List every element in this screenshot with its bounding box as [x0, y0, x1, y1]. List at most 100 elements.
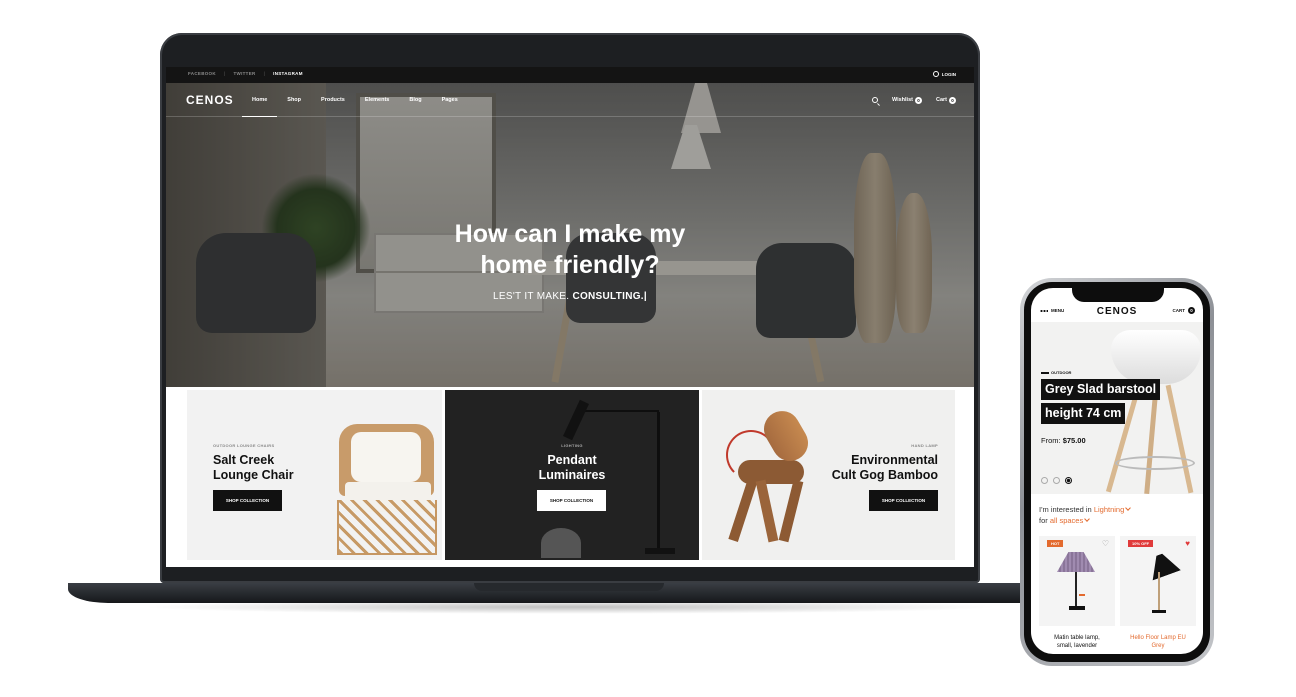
collection-title: Salt Creek Lounge Chair	[213, 453, 294, 483]
collection-title: Pendant Luminaires	[445, 453, 699, 483]
product-card[interactable]: 10% OFF ♥	[1120, 536, 1196, 626]
armchair-cushion	[351, 432, 421, 482]
collection-tag: OUTDOOR LOUNGE CHAIRS	[213, 443, 275, 448]
main-navbar: CENOS Home Shop Products Elements Blog P…	[166, 83, 974, 117]
collection-card-hand-lamp[interactable]: HAND LAMP Environmental Cult Gog Bamboo …	[702, 390, 955, 560]
social-links: FACEBOOK | TWITTER | INSTAGRAM	[188, 71, 303, 76]
lamp-stem	[1158, 572, 1160, 610]
hero-title-line: home friendly?	[480, 251, 660, 279]
product-name-line: Hello Floor Lamp EU	[1130, 635, 1186, 641]
login-link[interactable]: LOGIN	[932, 71, 956, 77]
hero-title: How can I make my home friendly?	[166, 219, 974, 281]
collection-tag: LIGHTING	[561, 443, 583, 448]
wishlist-link[interactable]: Wishlist 0	[892, 96, 922, 104]
divider: |	[223, 71, 226, 76]
shop-collection-button[interactable]: SHOP COLLECTION	[869, 490, 938, 511]
social-link-facebook[interactable]: FACEBOOK	[188, 71, 216, 76]
collection-title-line: Luminaires	[538, 468, 606, 482]
cart-count-badge: 0	[949, 96, 956, 104]
hero-subtitle-prefix: LES'T IT MAKE.	[493, 291, 570, 302]
phone-cart-button[interactable]: CART 0	[1173, 307, 1195, 314]
laptop-notch	[474, 583, 664, 591]
nav-item-elements[interactable]: Elements	[355, 83, 399, 117]
mockup-stage: How can I make my home friendly? LES'T I…	[0, 0, 1296, 697]
heart-icon[interactable]: ♡	[1102, 540, 1109, 548]
social-link-instagram[interactable]: INSTAGRAM	[273, 71, 303, 76]
site-logo[interactable]: CENOS	[186, 93, 234, 107]
lamp-head	[563, 399, 589, 441]
product-name-line: Grey	[1151, 643, 1165, 649]
collection-title: Environmental Cult Gog Bamboo	[832, 453, 938, 483]
phone-hero-title-line: height 74 cm	[1041, 403, 1126, 424]
product-name[interactable]: Matin table lamp, small, lavender	[1039, 634, 1115, 650]
nav-item-products[interactable]: Products	[311, 83, 355, 117]
stool-leg	[1165, 384, 1194, 494]
filter-prefix: I'm interested in	[1039, 505, 1092, 514]
nav-item-home[interactable]: Home	[242, 83, 278, 117]
phone-hero-title: Grey Slad barstool height 74 cm	[1041, 379, 1161, 427]
armchair-base	[337, 500, 437, 555]
category-dropdown[interactable]: Lightning	[1093, 505, 1132, 514]
hero-subtitle: LES'T IT MAKE. CONSULTING.|	[166, 291, 974, 302]
lamp-base	[1152, 610, 1166, 613]
collection-title-line: Cult Gog Bamboo	[831, 468, 938, 482]
price-value: $75.00	[1062, 436, 1086, 445]
hero-subtitle-highlight: CONSULTING.|	[572, 291, 647, 302]
social-link-twitter[interactable]: TWITTER	[233, 71, 255, 76]
nav-actions: Wishlist 0 Cart 0	[871, 83, 956, 117]
nav-item-shop[interactable]: Shop	[277, 83, 311, 117]
product-badge: HOT	[1047, 540, 1064, 547]
hero-section: How can I make my home friendly? LES'T I…	[166, 83, 974, 387]
wishlist-count-badge: 0	[914, 96, 922, 104]
product-badge: 10% OFF	[1128, 540, 1154, 547]
lamp-accent	[1079, 594, 1085, 596]
hero-title-line: How can I make my	[454, 220, 686, 248]
product-name-line: Matin table lamp,	[1054, 635, 1100, 641]
chevron-down-icon	[1125, 505, 1132, 511]
nav-item-pages[interactable]: Pages	[432, 83, 468, 117]
collection-title-line: Lounge Chair	[213, 468, 294, 482]
top-bar: FACEBOOK | TWITTER | INSTAGRAM LOGIN	[166, 67, 974, 83]
main-nav: Home Shop Products Elements Blog Pages	[242, 83, 468, 117]
product-card[interactable]: HOT ♡	[1039, 536, 1115, 626]
phone-screen: MENU CENOS CART 0 OUTDOOR Grey Slad bars…	[1031, 288, 1203, 654]
phone-hero-price: From: $75.00	[1041, 436, 1086, 445]
phone-hero-tag-label: OUTDOOR	[1051, 370, 1072, 375]
phone-cart-count-badge: 0	[1188, 307, 1195, 314]
stool-footrest	[1115, 456, 1195, 470]
price-label: From:	[1041, 436, 1061, 445]
slider-dot[interactable]	[1065, 477, 1072, 484]
lamp-shade	[1057, 552, 1095, 572]
chevron-down-icon	[1084, 516, 1091, 522]
product-name[interactable]: Hello Floor Lamp EU Grey	[1120, 634, 1196, 650]
collection-card-pendant[interactable]: LIGHTING Pendant Luminaires SHOP COLLECT…	[445, 390, 699, 560]
shop-collection-button[interactable]: SHOP COLLECTION	[537, 490, 606, 511]
collection-tag: HAND LAMP	[911, 443, 938, 448]
phone-hero-slider[interactable]: OUTDOOR Grey Slad barstool height 74 cm …	[1031, 322, 1203, 494]
tag-bar-icon	[1041, 371, 1049, 374]
slider-dot[interactable]	[1053, 477, 1060, 484]
laptop-base	[68, 583, 1072, 603]
slider-dot[interactable]	[1041, 477, 1048, 484]
interest-filter: I'm interested in Lightning for all spac…	[1039, 504, 1132, 526]
nav-item-blog[interactable]: Blog	[399, 83, 431, 117]
phone-hero-title-line: Grey Slad barstool	[1041, 379, 1161, 400]
space-dropdown[interactable]: all spaces	[1049, 516, 1091, 525]
collection-title-line: Environmental	[851, 453, 938, 467]
collection-card-lounge-chair[interactable]: OUTDOOR LOUNGE CHAIRS Salt Creek Lounge …	[187, 390, 442, 560]
divider: |	[263, 71, 266, 76]
dog-lamp-leg	[778, 479, 804, 543]
collection-title-line: Salt Creek	[213, 453, 275, 467]
cart-link[interactable]: Cart 0	[935, 96, 956, 104]
lamp-stem	[1075, 572, 1077, 606]
space-value: all spaces	[1049, 516, 1084, 525]
login-label: LOGIN	[941, 71, 956, 77]
category-value: Lightning	[1093, 505, 1125, 514]
slider-dots	[1041, 477, 1072, 484]
search-icon[interactable]	[871, 97, 878, 103]
cart-label: Cart	[935, 97, 947, 103]
shop-collection-button[interactable]: SHOP COLLECTION	[213, 490, 282, 511]
heart-icon[interactable]: ♥	[1185, 540, 1190, 548]
filter-row: for all spaces	[1039, 515, 1130, 526]
dog-lamp-leg	[755, 479, 779, 543]
